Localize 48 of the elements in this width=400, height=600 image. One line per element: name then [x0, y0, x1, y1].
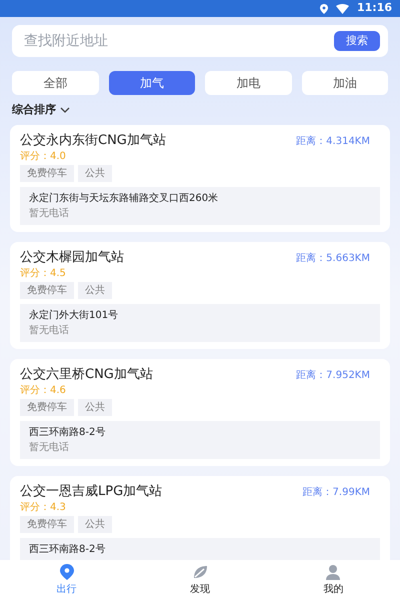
location-pin-icon — [60, 564, 74, 580]
category-tab[interactable]: 加气 — [108, 71, 195, 95]
distance-text: 距离：7.99KM — [302, 486, 371, 498]
rating-text: 评分：4.3 — [20, 501, 66, 514]
address-text: 永定门外大街101号 — [29, 309, 120, 322]
chevron-down-icon — [60, 107, 70, 113]
address-text: 永定门东街与天坛东路辅路交叉口西260米 — [29, 192, 220, 205]
feature-tag: 免费停车 — [20, 399, 74, 416]
distance-text: 距离：5.663KM — [296, 252, 371, 264]
station-name: 公交永内东街CNG加气站 — [20, 133, 166, 149]
rating-text: 评分：4.0 — [20, 150, 66, 163]
station-name: 公交木樨园加气站 — [20, 250, 124, 266]
phone-text: 暂无电话 — [29, 324, 70, 337]
search-button[interactable]: 搜索 — [334, 31, 380, 51]
station-card[interactable]: 公交木樨园加气站 距离：5.663KM 评分：4.5 免费停车 公共 永定门外大街101号 暂无电话 — [10, 242, 390, 349]
station-name: 公交六里桥CNG加气站 — [20, 367, 153, 383]
user-icon — [325, 564, 342, 580]
location-icon — [320, 4, 328, 14]
feature-tag: 免费停车 — [20, 282, 74, 299]
feature-tag: 公共 — [78, 399, 112, 416]
rating-text: 评分：4.6 — [20, 384, 66, 397]
status-time: 11:16 — [356, 0, 392, 16]
nav-item[interactable]: 出行 — [0, 560, 134, 600]
phone-text: 暂无电话 — [29, 441, 70, 454]
phone-text: 暂无电话 — [29, 207, 70, 220]
address-text: 西三环南路8-2号 — [29, 543, 106, 556]
wifi-icon — [336, 4, 349, 14]
rating-text: 评分：4.5 — [20, 267, 66, 280]
distance-text: 距离：4.314KM — [296, 134, 371, 148]
station-name: 公交一恩吉威LPG加气站 — [20, 484, 162, 500]
station-card[interactable]: 公交六里桥CNG加气站 距离：7.952KM 评分：4.6 免费停车 公共 西三环南路8-2号 暂无电话 — [10, 359, 390, 466]
distance-text: 距离：7.952KM — [296, 368, 371, 382]
search-field[interactable]: 查找附近地址 搜索 — [12, 25, 388, 57]
feature-tag: 公共 — [78, 282, 112, 299]
feature-tag: 公共 — [78, 516, 112, 533]
station-card[interactable]: 公交一恩吉威LPG加气站 距离：7.99KM 评分：4.3 免费停车 公共 西三环南路8-2号 — [10, 476, 390, 560]
category-tab[interactable]: 加油 — [302, 71, 388, 95]
nav-item[interactable]: 我的 — [266, 560, 400, 600]
feature-tag: 免费停车 — [20, 516, 74, 533]
leaf-icon — [192, 564, 208, 580]
address-text: 西三环南路8-2号 — [29, 426, 106, 439]
category-tab[interactable]: 加电 — [205, 71, 292, 95]
station-card[interactable]: 公交永内东街CNG加气站 距离：4.314KM 评分：4.0 免费停车 公共 永定门东街与天坛东路辅路交叉口西260米 暂无电话 — [10, 125, 390, 232]
feature-tag: 公共 — [78, 165, 112, 182]
feature-tag: 免费停车 — [20, 165, 74, 182]
category-tab[interactable]: 全部 — [12, 71, 98, 95]
nav-item[interactable]: 发现 — [133, 560, 267, 600]
sort-dropdown[interactable]: 综合排序 — [12, 103, 70, 117]
